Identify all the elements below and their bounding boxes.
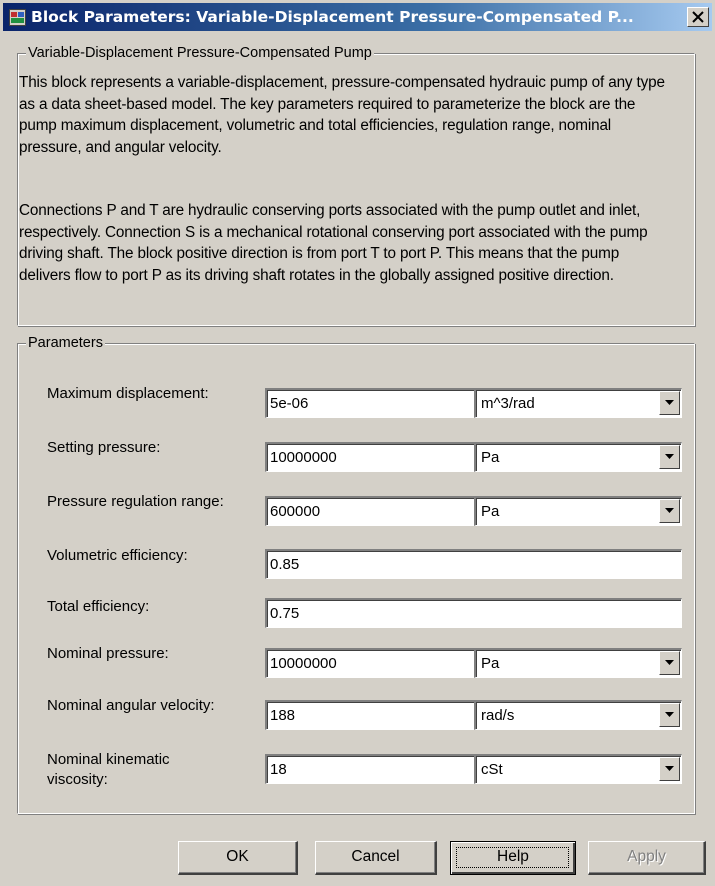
description-paragraph-2: Connections P and T are hydraulic conser… (19, 202, 648, 284)
setting-pressure-input[interactable]: 10000000 (265, 442, 475, 472)
chevron-down-icon (665, 712, 674, 717)
nominal-angular-velocity-unit-select[interactable]: rad/s (474, 700, 682, 730)
nominal-kinematic-viscosity-unit-value: cSt (481, 761, 503, 778)
maximum-displacement-input[interactable]: 5e-06 (265, 388, 475, 418)
dropdown-button[interactable] (659, 391, 680, 415)
cancel-button[interactable]: Cancel (315, 841, 437, 875)
maximum-displacement-unit-value: m^3/rad (481, 395, 535, 412)
pressure-regulation-range-unit-value: Pa (481, 503, 500, 520)
total-efficiency-input[interactable]: 0.75 (265, 598, 682, 628)
volumetric-efficiency-label: Volumetric efficiency: (47, 547, 188, 564)
nominal-kinematic-viscosity-input[interactable]: 18 (265, 754, 475, 784)
nominal-kinematic-viscosity-unit-select[interactable]: cSt (474, 754, 682, 784)
focus-ring (456, 847, 569, 868)
nominal-angular-velocity-label: Nominal angular velocity: (47, 697, 215, 714)
dropdown-button[interactable] (659, 651, 680, 675)
setting-pressure-unit-value: Pa (481, 449, 500, 466)
chevron-down-icon (665, 508, 674, 513)
description-legend: Variable-Displacement Pressure-Compensat… (26, 44, 374, 62)
setting-pressure-label: Setting pressure: (47, 439, 161, 456)
nominal-angular-velocity-unit-value: rad/s (481, 707, 515, 724)
chevron-down-icon (665, 400, 674, 405)
help-button[interactable]: Help (450, 841, 576, 875)
nominal-pressure-unit-value: Pa (481, 655, 500, 672)
chevron-down-icon (665, 660, 674, 665)
block-parameters-dialog: Block Parameters: Variable-Displacement … (0, 0, 715, 886)
parameters-legend: Parameters (26, 334, 105, 352)
maximum-displacement-label: Maximum displacement: (47, 385, 209, 402)
nominal-pressure-input[interactable]: 10000000 (265, 648, 475, 678)
nominal-kinematic-viscosity-label-line-2: viscosity: (47, 771, 108, 788)
pressure-regulation-range-unit-select[interactable]: Pa (474, 496, 682, 526)
window-title: Block Parameters: Variable-Displacement … (31, 8, 634, 26)
dropdown-button[interactable] (659, 703, 680, 727)
pressure-regulation-range-input[interactable]: 600000 (265, 496, 475, 526)
pressure-regulation-range-label: Pressure regulation range: (47, 493, 224, 510)
dropdown-button[interactable] (659, 445, 680, 469)
maximum-displacement-unit-select[interactable]: m^3/rad (474, 388, 682, 418)
title-bar[interactable]: Block Parameters: Variable-Displacement … (3, 3, 712, 31)
volumetric-efficiency-input[interactable]: 0.85 (265, 549, 682, 579)
nominal-pressure-label: Nominal pressure: (47, 645, 169, 662)
chevron-down-icon (665, 766, 674, 771)
simulink-block-icon (9, 9, 26, 26)
total-efficiency-label: Total efficiency: (47, 598, 150, 615)
chevron-down-icon (665, 454, 674, 459)
close-icon (692, 11, 704, 23)
close-button[interactable] (687, 7, 709, 27)
apply-button[interactable]: Apply (588, 841, 706, 875)
nominal-pressure-unit-select[interactable]: Pa (474, 648, 682, 678)
setting-pressure-unit-select[interactable]: Pa (474, 442, 682, 472)
nominal-kinematic-viscosity-label-line-1: Nominal kinematic (47, 751, 170, 768)
dropdown-button[interactable] (659, 499, 680, 523)
description-paragraph-1: This block represents a variable-displac… (19, 74, 665, 156)
dropdown-button[interactable] (659, 757, 680, 781)
ok-button[interactable]: OK (178, 841, 298, 875)
nominal-angular-velocity-input[interactable]: 188 (265, 700, 475, 730)
